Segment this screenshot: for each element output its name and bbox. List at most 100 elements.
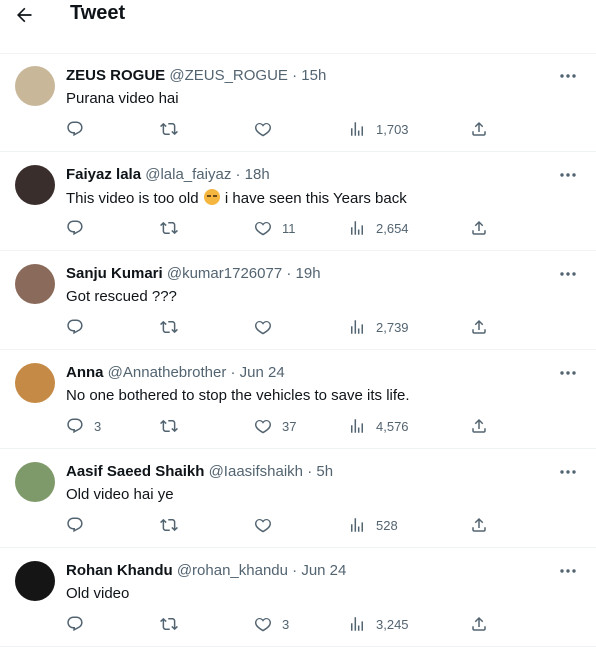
share-button[interactable]: [470, 416, 488, 436]
views-button[interactable]: 2,654: [348, 218, 409, 238]
reply-icon: [66, 120, 84, 138]
author-handle[interactable]: @rohan_khandu: [177, 562, 288, 579]
retweet-button[interactable]: [160, 119, 178, 139]
avatar[interactable]: [15, 66, 55, 106]
views-button[interactable]: 1,703: [348, 119, 409, 139]
reply-tweet[interactable]: Anna @Annathebrother · Jun 24 No one both…: [0, 350, 596, 449]
views-count: 2,739: [376, 319, 409, 335]
separator-dot: ·: [287, 562, 302, 579]
like-button[interactable]: [254, 119, 272, 139]
reply-tweet[interactable]: Aasif Saeed Shaikh @Iaasifshaikh · 5h Old…: [0, 449, 596, 548]
views-count: 2,654: [376, 220, 409, 236]
timestamp[interactable]: 19h: [296, 265, 321, 282]
action-bar: 1,703: [66, 119, 496, 139]
likes-count: 3: [282, 616, 290, 632]
action-bar: 11 2,654: [66, 218, 496, 238]
share-icon: [470, 120, 488, 138]
more-icon[interactable]: [558, 168, 578, 182]
author-name[interactable]: ZEUS ROGUE: [66, 67, 165, 84]
reply-button[interactable]: [66, 614, 84, 634]
action-bar: 528: [66, 515, 496, 535]
reply-tweet[interactable]: Rohan Khandu @rohan_khandu · Jun 24 Old v…: [0, 548, 596, 647]
retweet-button[interactable]: [160, 317, 178, 337]
separator-dot: ·: [287, 67, 302, 84]
likes-count: 11: [282, 220, 296, 236]
views-count: 4,576: [376, 418, 409, 434]
timestamp[interactable]: Jun 24: [301, 562, 346, 579]
author-name[interactable]: Rohan Khandu: [66, 562, 173, 579]
reply-tweet[interactable]: Sanju Kumari @kumar1726077 · 19h Got resc…: [0, 251, 596, 350]
timestamp[interactable]: Jun 24: [240, 364, 285, 381]
reply-tweet[interactable]: Faiyaz lala @lala_faiyaz · 18h This video…: [0, 152, 596, 251]
author-handle[interactable]: @ZEUS_ROGUE: [169, 67, 288, 84]
author-line: Sanju Kumari @kumar1726077 · 19h: [66, 265, 321, 282]
more-icon[interactable]: [558, 465, 578, 479]
author-handle[interactable]: @lala_faiyaz: [145, 166, 231, 183]
share-icon: [470, 219, 488, 237]
back-arrow-icon[interactable]: [12, 3, 36, 27]
reply-tweet[interactable]: ZEUS ROGUE @ZEUS_ROGUE · 15h Purana video…: [0, 53, 596, 152]
more-icon[interactable]: [558, 267, 578, 281]
like-button[interactable]: 3: [254, 614, 289, 634]
views-button[interactable]: 2,739: [348, 317, 409, 337]
more-icon[interactable]: [558, 564, 578, 578]
reply-button[interactable]: [66, 119, 84, 139]
views-icon: [348, 318, 366, 336]
like-button[interactable]: 37: [254, 416, 296, 436]
views-count: 3,245: [376, 616, 409, 632]
like-button[interactable]: [254, 317, 272, 337]
author-name[interactable]: Sanju Kumari: [66, 265, 163, 282]
reply-icon: [66, 417, 84, 435]
share-button[interactable]: [470, 218, 488, 238]
retweet-button[interactable]: [160, 218, 178, 238]
avatar[interactable]: [15, 462, 55, 502]
views-button[interactable]: 3,245: [348, 614, 409, 634]
share-button[interactable]: [470, 317, 488, 337]
reply-button[interactable]: [66, 515, 84, 535]
share-button[interactable]: [470, 119, 488, 139]
author-name[interactable]: Faiyaz lala: [66, 166, 141, 183]
avatar[interactable]: [15, 363, 55, 403]
timestamp[interactable]: 18h: [245, 166, 270, 183]
reply-button[interactable]: 3: [66, 416, 101, 436]
like-button[interactable]: 11: [254, 218, 296, 238]
like-button[interactable]: [254, 515, 272, 535]
author-line: Faiyaz lala @lala_faiyaz · 18h: [66, 166, 270, 183]
more-icon[interactable]: [558, 69, 578, 83]
timestamp[interactable]: 5h: [316, 463, 333, 480]
author-handle[interactable]: @Iaasifshaikh: [209, 463, 303, 480]
share-button[interactable]: [470, 515, 488, 535]
tweet-text-part: Old video: [66, 585, 130, 602]
reply-icon: [66, 318, 84, 336]
views-icon: [348, 417, 366, 435]
like-icon: [254, 615, 272, 633]
avatar[interactable]: [15, 561, 55, 601]
retweet-button[interactable]: [160, 614, 178, 634]
share-icon: [470, 615, 488, 633]
retweet-button[interactable]: [160, 515, 178, 535]
views-button[interactable]: 4,576: [348, 416, 409, 436]
retweet-icon: [160, 417, 178, 435]
views-icon: [348, 516, 366, 534]
timestamp[interactable]: 15h: [301, 67, 326, 84]
tweet-text-part: This video is too old: [66, 190, 199, 207]
reply-button[interactable]: [66, 317, 84, 337]
author-handle[interactable]: @kumar1726077: [167, 265, 282, 282]
reply-button[interactable]: [66, 218, 84, 238]
author-handle[interactable]: @Annathebrother: [108, 364, 227, 381]
author-name[interactable]: Anna: [66, 364, 104, 381]
author-line: Aasif Saeed Shaikh @Iaasifshaikh · 5h: [66, 463, 333, 480]
tweet-text: This video is too old i have seen this Y…: [66, 189, 407, 207]
tweet-text-part: Old video hai ye: [66, 486, 174, 503]
top-bar: Tweet: [0, 0, 596, 54]
more-icon[interactable]: [558, 366, 578, 380]
views-button[interactable]: 528: [348, 515, 398, 535]
retweet-icon: [160, 120, 178, 138]
retweet-icon: [160, 219, 178, 237]
views-icon: [348, 120, 366, 138]
avatar[interactable]: [15, 264, 55, 304]
share-button[interactable]: [470, 614, 488, 634]
author-name[interactable]: Aasif Saeed Shaikh: [66, 463, 204, 480]
avatar[interactable]: [15, 165, 55, 205]
retweet-button[interactable]: [160, 416, 178, 436]
